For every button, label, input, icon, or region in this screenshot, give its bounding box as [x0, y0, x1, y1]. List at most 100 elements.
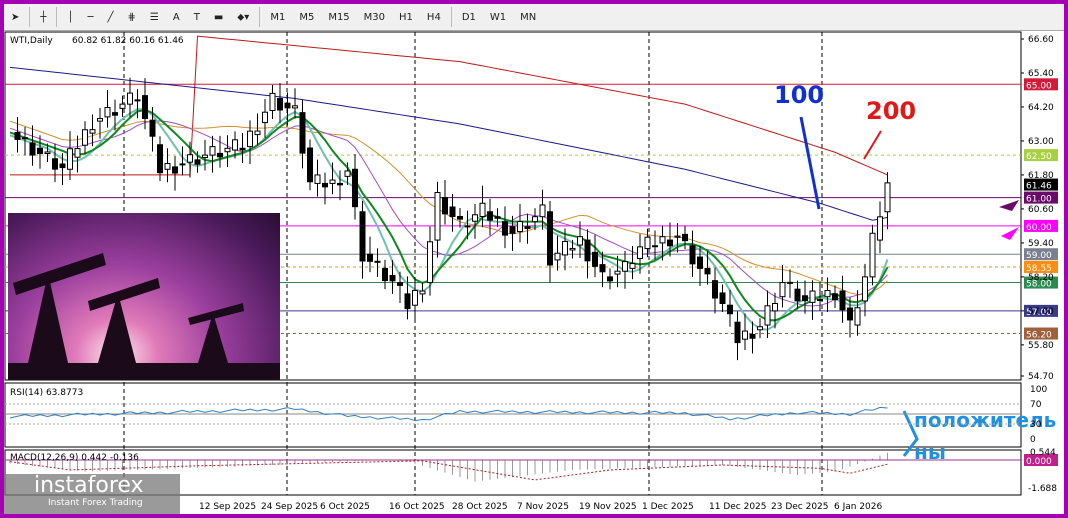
candle: [202, 139, 208, 171]
candle: [412, 277, 418, 321]
horizontal-line-icon[interactable]: ─: [80, 6, 100, 28]
candle: [689, 230, 696, 277]
candle: [779, 264, 786, 308]
cursor-icon[interactable]: ➤: [4, 6, 26, 28]
price-tick: 66.60: [1028, 35, 1054, 45]
price-tick: 63.00: [1028, 137, 1054, 147]
timeframe-h1[interactable]: H1: [392, 6, 420, 28]
candle: [877, 201, 883, 254]
candle: [307, 139, 313, 191]
candle: [787, 269, 793, 298]
candle: [314, 159, 321, 197]
macd-tick: 0.000: [1026, 457, 1052, 467]
symbol-label: WTI,Daily: [10, 36, 53, 46]
arrows-icon[interactable]: ⬥▾: [230, 6, 256, 28]
level-price-label: 61.46: [1026, 182, 1052, 192]
candle: [607, 268, 613, 290]
candle: [269, 84, 276, 120]
date-label: 23 Dec 2025: [771, 502, 829, 512]
candle: [37, 135, 43, 169]
rsi-tick: 100: [1030, 385, 1047, 395]
price-tick: 59.40: [1028, 239, 1054, 249]
date-label: 16 Oct 2025: [389, 502, 445, 512]
level-price-label: 60.00: [1026, 223, 1052, 233]
candle: [502, 206, 508, 249]
candle: [157, 136, 163, 182]
date-label: 7 Nov 2025: [517, 502, 569, 512]
arrow-100: [799, 116, 821, 210]
timeframe-d1[interactable]: D1: [455, 6, 483, 28]
candle: [442, 180, 448, 225]
fibo-icon[interactable]: ⋕: [121, 6, 143, 28]
text-icon[interactable]: A: [166, 6, 187, 28]
price-tick: 54.70: [1028, 372, 1054, 382]
candle: [322, 172, 328, 205]
price-tick: 58.20: [1028, 273, 1054, 283]
timeframe-m15[interactable]: M15: [321, 6, 356, 28]
level-price-label: 62.50: [1026, 152, 1052, 162]
rsi-label: RSI(14) 63.8773: [10, 388, 83, 398]
candle: [592, 234, 598, 278]
logo-tagline: Instant Forex Trading: [48, 498, 143, 508]
timeframe-m30[interactable]: M30: [357, 6, 392, 28]
ma200-line: [10, 35, 888, 176]
candle: [809, 280, 816, 320]
vertical-line-icon[interactable]: │: [60, 6, 80, 28]
candle: [854, 290, 861, 336]
arrow-200: [863, 130, 882, 160]
candle: [464, 210, 471, 240]
candle: [749, 321, 756, 354]
date-label: 24 Sep 2025: [261, 502, 318, 512]
candle: [337, 170, 343, 201]
candle: [832, 285, 838, 309]
candle: [14, 117, 21, 153]
date-label: 19 Nov 2025: [579, 502, 637, 512]
macd-tick: -1.688: [1028, 484, 1057, 494]
candle: [494, 208, 501, 227]
instaforex-logo: instaforex Instant Forex Trading: [4, 474, 180, 514]
timeframe-mn[interactable]: MN: [513, 6, 543, 28]
ohlc-values: 60.82 61.82 60.16 61.46: [72, 36, 184, 46]
candle: [382, 259, 388, 290]
level-price-label: 56.20: [1026, 331, 1052, 341]
candle: [434, 181, 441, 258]
level-price-label: 61.00: [1026, 195, 1052, 205]
toolbar: ➤ ┼ │ ─ ╱ ⋕ ☰ A T ▬ ⬥▾ M1 M5 M15 M30 H1 H4 D1 W1 MN: [4, 4, 1064, 31]
candle: [209, 135, 216, 173]
candle: [554, 235, 561, 271]
timeframe-h4[interactable]: H4: [420, 6, 448, 28]
logo-name: instaforex: [34, 473, 144, 498]
date-label: 28 Oct 2025: [452, 502, 508, 512]
candle: [487, 198, 493, 236]
timeframe-m5[interactable]: M5: [292, 6, 321, 28]
candle: [427, 226, 433, 296]
candle: [622, 250, 628, 289]
candle: [247, 120, 253, 165]
rsi-tick: 0: [1030, 435, 1036, 445]
candle: [89, 114, 96, 147]
candle: [419, 282, 426, 303]
candle: [479, 185, 486, 228]
timeframe-m1[interactable]: M1: [263, 6, 292, 28]
rectangle-icon[interactable]: ▬: [207, 6, 230, 28]
candle: [862, 263, 868, 317]
price-tick: 60.60: [1028, 205, 1054, 215]
candle: [802, 280, 808, 314]
candle: [712, 267, 718, 314]
candle: [524, 213, 531, 244]
candle: [112, 99, 118, 131]
candle: [652, 230, 658, 260]
candle: [869, 224, 876, 286]
timeframe-w1[interactable]: W1: [483, 6, 513, 28]
candle: [254, 113, 261, 146]
candle: [224, 135, 231, 168]
text-label-icon[interactable]: T: [187, 6, 207, 28]
trendline-icon[interactable]: ╱: [100, 6, 120, 28]
candle: [884, 172, 891, 230]
candle: [547, 200, 553, 283]
candle: [517, 203, 523, 243]
crosshair-icon[interactable]: ┼: [33, 6, 53, 28]
annotation-100: 100: [774, 81, 824, 109]
level-price-label: 65.00: [1026, 81, 1052, 91]
fibo-levels-icon[interactable]: ☰: [143, 6, 166, 28]
